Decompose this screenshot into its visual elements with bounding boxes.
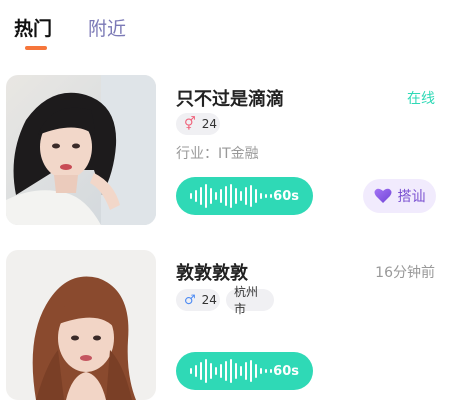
online-status: 在线 xyxy=(407,91,435,107)
voice-duration: 60s xyxy=(273,363,299,379)
heart-icon xyxy=(374,188,391,203)
waveform-icon xyxy=(190,359,272,383)
tab-hot[interactable]: 热门 xyxy=(14,14,52,41)
age-label: 24 xyxy=(201,117,218,131)
voice-message-button[interactable]: 60s xyxy=(176,177,313,215)
voice-message-button[interactable]: 60s xyxy=(176,352,313,390)
user-name[interactable]: 敦敦敦敦 xyxy=(176,259,248,285)
age-tag: ♂ 24 xyxy=(176,289,220,311)
tab-nearby[interactable]: 附近 xyxy=(88,14,126,41)
last-active-status: 16分钟前 xyxy=(375,265,435,281)
greet-label: 搭讪 xyxy=(397,189,426,205)
female-icon: ⚥ xyxy=(184,116,196,132)
avatar[interactable] xyxy=(6,250,156,400)
waveform-icon xyxy=(190,184,272,208)
industry-label: 行业：IT金融 xyxy=(176,146,259,162)
user-name[interactable]: 只不过是滴滴 xyxy=(176,85,284,111)
avatar[interactable] xyxy=(6,75,156,225)
voice-duration: 60s xyxy=(273,188,299,204)
tab-indicator xyxy=(25,46,47,50)
greet-button[interactable]: 搭讪 xyxy=(363,179,436,213)
age-tag: ⚥ 24 xyxy=(176,113,220,135)
city-label: 杭州市 xyxy=(234,285,259,316)
age-label: 24 xyxy=(201,293,217,307)
male-icon: ♂ xyxy=(184,292,196,308)
city-tag: 杭州市 xyxy=(226,285,274,316)
